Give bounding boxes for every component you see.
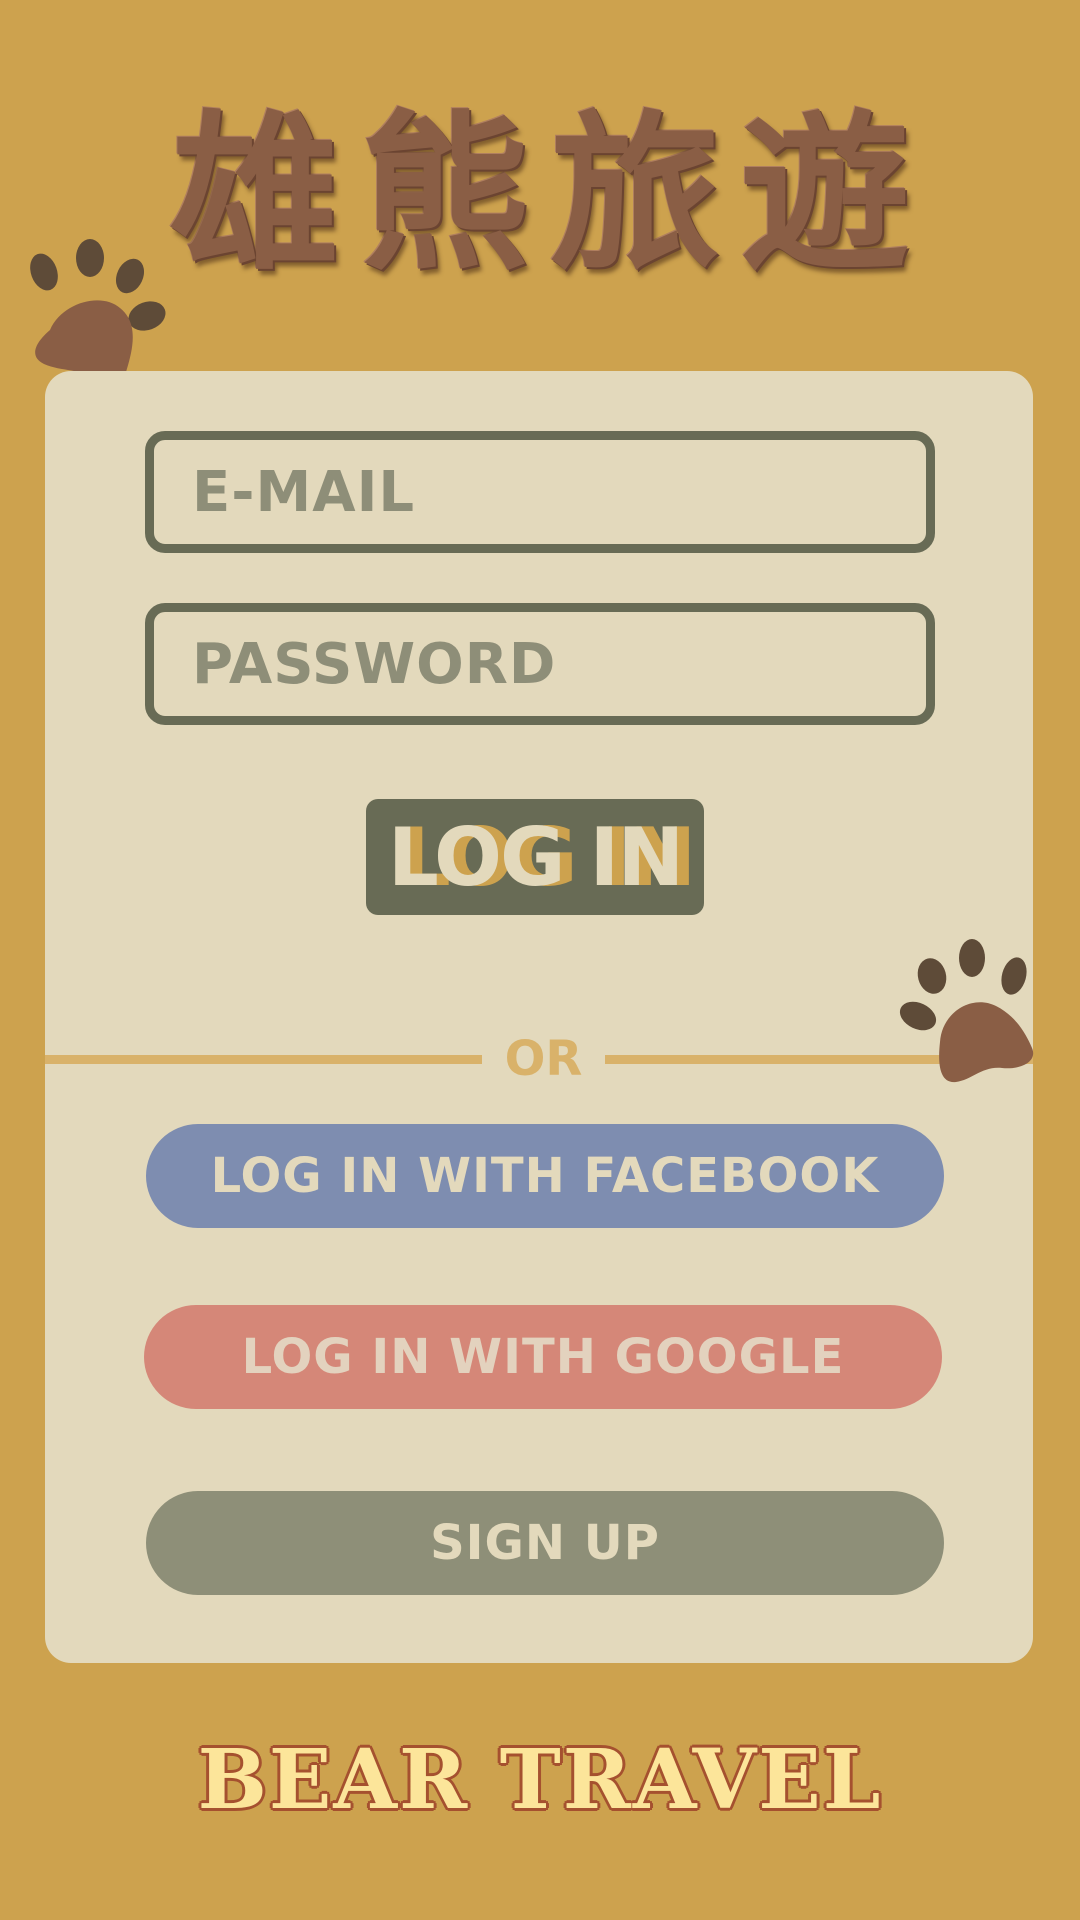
or-divider: OR <box>45 1028 1033 1088</box>
facebook-login-label: LOG IN WITH FACEBOOK <box>210 1148 880 1204</box>
password-field[interactable] <box>145 603 935 725</box>
paw-print-icon <box>30 239 166 388</box>
app-logo-title: 雄 熊 旅 遊 <box>170 95 910 295</box>
facebook-login-button[interactable]: LOG IN WITH FACEBOOK <box>146 1124 944 1228</box>
logo-char-3: 旅 <box>549 96 720 294</box>
signup-button[interactable]: SIGN UP <box>146 1491 944 1595</box>
signup-label: SIGN UP <box>430 1515 660 1571</box>
google-login-button[interactable]: LOG IN WITH GOOGLE <box>144 1305 942 1409</box>
login-card: LOG IN OR LOG IN WITH FACEBOOK LOG IN WI… <box>45 371 1033 1663</box>
logo-char-1: 雄 <box>170 96 341 294</box>
email-input[interactable] <box>154 440 926 544</box>
divider-label: OR <box>504 1031 583 1087</box>
google-login-label: LOG IN WITH GOOGLE <box>241 1329 845 1385</box>
brand-footer-title: BEAR TRAVEL <box>197 1732 883 1828</box>
email-field[interactable] <box>145 431 935 553</box>
logo-char-4: 遊 <box>739 96 910 294</box>
password-input[interactable] <box>154 612 926 716</box>
login-button-label: LOG IN <box>387 810 684 904</box>
paw-print-icon <box>899 939 1034 1083</box>
login-button[interactable]: LOG IN <box>366 799 704 915</box>
divider-line-left <box>45 1055 482 1064</box>
logo-char-2: 熊 <box>359 96 530 294</box>
